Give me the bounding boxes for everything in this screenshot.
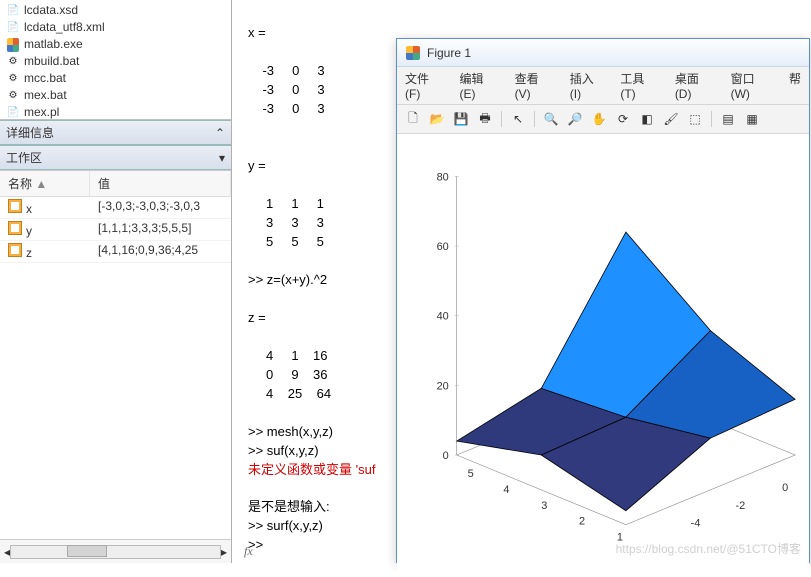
workspace-title: 工作区 <box>6 149 42 166</box>
file-name: mex.bat <box>24 88 67 103</box>
axes-3d[interactable]: 0 20 40 60 80 5 4 3 2 1 -4 -2 0 <box>397 134 809 577</box>
workspace-row[interactable]: y[1,1,1;3,3,3;5,5,5] <box>0 219 231 241</box>
brush-icon[interactable]: 🖌 <box>661 109 681 129</box>
matlab-exe-icon <box>6 38 20 52</box>
pan-icon[interactable]: ✋ <box>589 109 609 129</box>
svg-text:0: 0 <box>782 482 788 494</box>
xml-icon: 📄 <box>6 21 20 35</box>
file-name: lcdata.xsd <box>24 3 78 18</box>
colorbar-icon[interactable]: ▤ <box>718 109 738 129</box>
xml-icon: 📄 <box>6 4 20 18</box>
horizontal-scrollbar[interactable]: ◂ ▸ <box>0 539 231 563</box>
menu-desktop[interactable]: 桌面(D) <box>675 70 715 101</box>
workspace-row[interactable]: x[-3,0,3;-3,0,3;-3,0,3 <box>0 197 231 219</box>
suggestion[interactable]: >> surf(x,y,z) <box>248 518 323 533</box>
toolbar-separator <box>534 111 535 127</box>
details-panel-header[interactable]: 详细信息 ⌃ <box>0 120 231 145</box>
variable-icon <box>8 199 22 213</box>
svg-text:3: 3 <box>541 500 547 512</box>
sort-icon: ▲ <box>35 177 47 191</box>
save-icon[interactable]: 💾 <box>451 109 471 129</box>
file-item[interactable]: ⚙ mbuild.bat <box>4 53 227 70</box>
variable-icon <box>8 243 22 257</box>
fx-indicator[interactable]: fx <box>232 542 265 561</box>
datatip-icon[interactable]: ◧ <box>637 109 657 129</box>
watermark: https://blog.csdn.net/@51CTO博客 <box>616 540 801 557</box>
workspace-header-row: 名称 ▲ 值 <box>0 171 231 197</box>
menu-window[interactable]: 窗口(W) <box>731 70 773 101</box>
zoom-out-icon[interactable]: 🔎 <box>565 109 585 129</box>
error-message: 未定义函数或变量 'suf <box>248 462 375 477</box>
dropdown-icon[interactable]: ▾ <box>219 151 225 165</box>
figure-window[interactable]: Figure 1 文件(F) 编辑(E) 查看(V) 插入(I) 工具(T) 桌… <box>396 38 810 563</box>
link-icon[interactable]: ⬚ <box>685 109 705 129</box>
scroll-thumb[interactable] <box>67 545 107 557</box>
file-icon: 📄 <box>6 106 20 120</box>
workspace-panel-header[interactable]: 工作区 ▾ <box>0 145 231 170</box>
variable-icon <box>8 221 22 235</box>
scroll-track[interactable] <box>10 545 221 559</box>
scroll-right-icon[interactable]: ▸ <box>221 545 227 559</box>
file-name: mbuild.bat <box>24 54 79 69</box>
left-column: 📄lcdata.xsd 📄lcdata_utf8.xml matlab.exe … <box>0 0 232 563</box>
bat-icon: ⚙ <box>6 55 20 69</box>
surface-plot: 0 20 40 60 80 5 4 3 2 1 -4 -2 0 <box>397 134 809 577</box>
file-item[interactable]: 📄 mex.pl <box>4 104 227 120</box>
workspace-row[interactable]: z[4,1,16;0,9,36;4,25 <box>0 241 231 263</box>
figure-toolbar: 🗋 📂 💾 🖶 ↖ 🔍 🔎 ✋ ⟳ ◧ 🖌 ⬚ ▤ ▦ <box>397 105 809 134</box>
svg-text:0: 0 <box>443 450 449 462</box>
details-title: 详细信息 <box>6 124 54 141</box>
svg-text:-4: -4 <box>691 518 701 530</box>
file-item[interactable]: 📄 lcdata_utf8.xml <box>4 19 227 36</box>
svg-text:2: 2 <box>579 516 585 528</box>
file-name: matlab.exe <box>24 37 83 52</box>
toolbar-separator <box>711 111 712 127</box>
print-icon[interactable]: 🖶 <box>475 109 495 129</box>
menu-tools[interactable]: 工具(T) <box>620 70 658 101</box>
zoom-in-icon[interactable]: 🔍 <box>541 109 561 129</box>
menu-insert[interactable]: 插入(I) <box>570 70 605 101</box>
legend-icon[interactable]: ▦ <box>742 109 762 129</box>
figure-menubar: 文件(F) 编辑(E) 查看(V) 插入(I) 工具(T) 桌面(D) 窗口(W… <box>397 67 809 105</box>
arrow-icon[interactable]: ↖ <box>508 109 528 129</box>
open-icon[interactable]: 📂 <box>427 109 447 129</box>
file-item[interactable]: ⚙ mcc.bat <box>4 70 227 87</box>
svg-text:4: 4 <box>503 484 509 496</box>
file-name: lcdata_utf8.xml <box>24 20 105 35</box>
svg-text:5: 5 <box>468 468 474 480</box>
bat-icon: ⚙ <box>6 89 20 103</box>
svg-text:-2: -2 <box>735 500 745 512</box>
svg-text:60: 60 <box>437 241 449 253</box>
file-item[interactable]: 📄 lcdata.xsd <box>4 2 227 19</box>
matlab-logo-icon <box>405 45 421 61</box>
col-value[interactable]: 值 <box>90 171 231 196</box>
svg-text:20: 20 <box>437 380 449 392</box>
toolbar-separator <box>501 111 502 127</box>
figure-title: Figure 1 <box>427 46 471 60</box>
bat-icon: ⚙ <box>6 72 20 86</box>
new-icon[interactable]: 🗋 <box>403 109 423 129</box>
figure-titlebar[interactable]: Figure 1 <box>397 39 809 67</box>
file-name: mcc.bat <box>24 71 66 86</box>
menu-edit[interactable]: 编辑(E) <box>459 70 498 101</box>
menu-help[interactable]: 帮 <box>789 70 801 101</box>
file-item[interactable]: matlab.exe <box>4 36 227 53</box>
suggest-label: 是不是想输入: <box>248 499 330 514</box>
collapse-icon[interactable]: ⌃ <box>215 126 225 140</box>
svg-text:40: 40 <box>437 311 449 323</box>
file-name: mex.pl <box>24 105 59 120</box>
menu-file[interactable]: 文件(F) <box>405 70 443 101</box>
col-name[interactable]: 名称 ▲ <box>0 171 90 196</box>
file-item[interactable]: ⚙ mex.bat <box>4 87 227 104</box>
rotate3d-icon[interactable]: ⟳ <box>613 109 633 129</box>
svg-text:80: 80 <box>437 171 449 183</box>
menu-view[interactable]: 查看(V) <box>515 70 554 101</box>
file-browser[interactable]: 📄lcdata.xsd 📄lcdata_utf8.xml matlab.exe … <box>0 0 231 120</box>
workspace-table: 名称 ▲ 值 x[-3,0,3;-3,0,3;-3,0,3 y[1,1,1;3,… <box>0 170 231 539</box>
